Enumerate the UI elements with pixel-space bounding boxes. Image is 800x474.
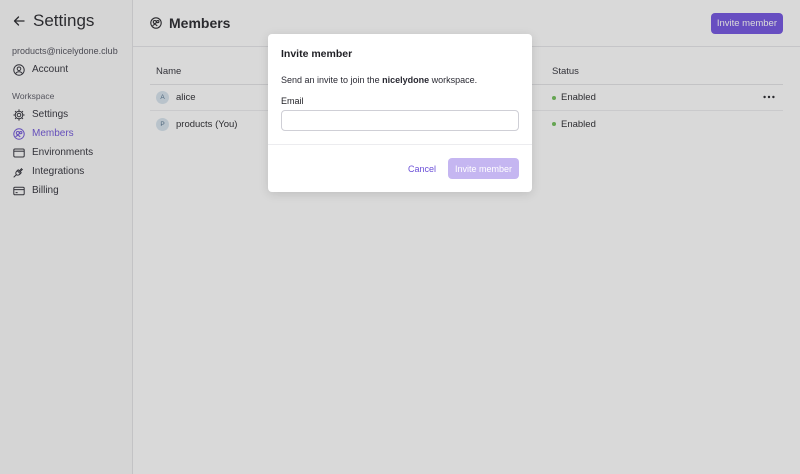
desc-prefix: Send an invite to join the bbox=[281, 75, 383, 85]
workspace-name: nicelydone bbox=[382, 75, 430, 85]
dialog-description: Send an invite to join the nicelydone wo… bbox=[281, 75, 477, 85]
cancel-button[interactable]: Cancel bbox=[405, 158, 439, 179]
submit-invite-button[interactable]: Invite member bbox=[448, 158, 519, 179]
divider bbox=[268, 144, 532, 145]
desc-suffix: workspace. bbox=[429, 75, 478, 85]
invite-member-dialog: Invite member Send an invite to join the… bbox=[268, 34, 532, 192]
email-label: Email bbox=[281, 96, 304, 106]
dialog-title: Invite member bbox=[281, 48, 353, 60]
email-field[interactable] bbox=[281, 110, 519, 131]
